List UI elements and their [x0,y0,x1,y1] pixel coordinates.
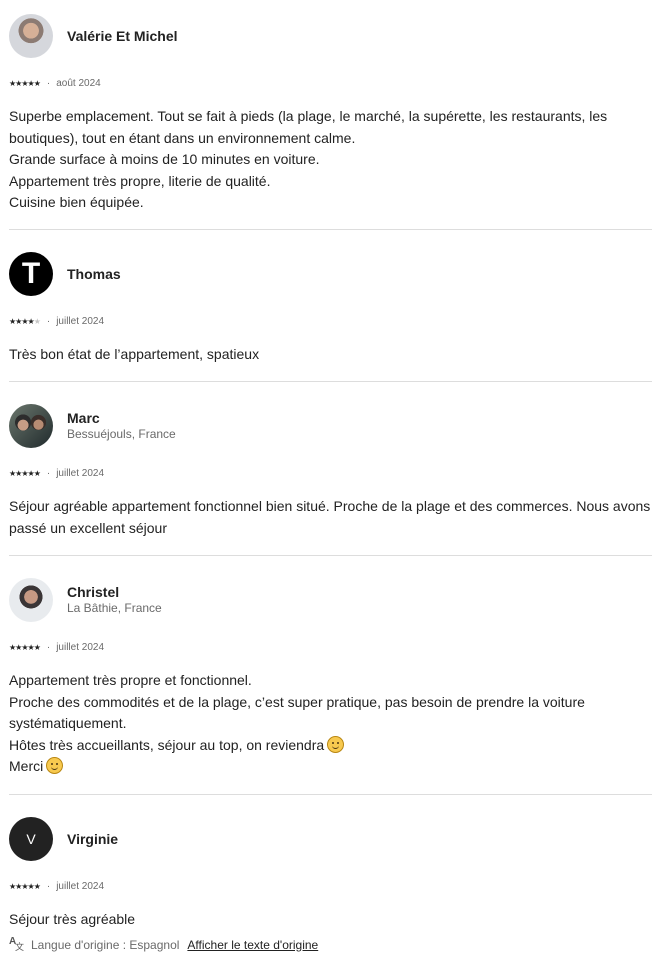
review-card: Marc Bessuéjouls, France ★ ★ ★ ★ ★ · juillet… [9,404,652,539]
separator-dot: · [46,315,51,327]
review-text: Appartement très propre et fonctionnel. … [9,670,652,778]
translate-icon [9,936,24,953]
avatar[interactable] [9,14,53,58]
review-divider [9,381,652,382]
review-line: Séjour très agréable [9,911,136,927]
rating-stars: ★ ★ ★ ★ ★ [9,468,41,478]
review-text: Très bon état de l’appartement, spatieux [9,344,652,366]
reviewer-name[interactable]: Valérie Et Michel [67,28,178,44]
translation-notice: Langue d'origine : Espagnol Afficher le … [9,936,652,953]
rating-stars: ★ ★ ★ ★ ★ [9,642,41,652]
reviewer-name[interactable]: Christel [67,584,162,600]
star-icon: ★ [33,642,41,652]
review-card: Valérie Et Michel ★ ★ ★ ★ ★ · août 2024 Supe… [9,14,652,214]
separator-dot: · [46,77,51,89]
rating-stars: ★ ★ ★ ★ ★ [9,881,41,891]
reviewer-name[interactable]: Marc [67,410,176,426]
reviewer-info: Marc Bessuéjouls, France [67,410,176,442]
review-text: Séjour très agréable [9,909,652,931]
separator-dot: · [46,880,51,892]
reviewer-location: La Bâthie, France [67,601,162,616]
review-meta: ★ ★ ★ ★ ★ · août 2024 [9,74,652,92]
star-icon: ★ [33,78,41,88]
star-icon: ★ [33,881,41,891]
review-line: Merci [9,756,652,778]
review-line: Superbe emplacement. Tout se fait à pied… [9,108,608,146]
reviewer-name[interactable]: Thomas [67,266,121,282]
review-line-text: Hôtes très accueillants, séjour au top, … [9,736,325,753]
separator-dot: · [46,467,51,479]
review-line: Appartement très propre, literie de qual… [9,172,271,189]
reviewer-location: Bessuéjouls, France [67,427,176,442]
review-line: Très bon état de l’appartement, spatieux [9,346,260,362]
review-line-text: Merci [9,758,44,774]
review-divider [9,794,652,795]
review-line: Grande surface à moins de 10 minutes en … [9,151,320,167]
review-header: V Virginie [9,817,652,861]
review-date: juillet 2024 [56,467,105,479]
smiling-face-icon [46,757,64,774]
separator-dot: · [46,641,51,653]
avatar[interactable]: T [9,252,53,296]
review-line: Hôtes très accueillants, séjour au top, … [9,735,652,757]
reviewer-info: Thomas [67,266,121,282]
review-card: T Thomas ★ ★ ★ ★ ★ · juillet 2024 Très bon é… [9,252,652,366]
review-meta: ★ ★ ★ ★ ★ · juillet 2024 [9,464,652,482]
rating-stars: ★ ★ ★ ★ ★ [9,78,41,88]
review-text: Séjour agréable appartement fonctionnel … [9,496,652,539]
avatar[interactable]: V [9,817,53,861]
rating-stars: ★ ★ ★ ★ ★ [9,316,41,326]
review-date: juillet 2024 [56,880,105,892]
review-card: V Virginie ★ ★ ★ ★ ★ · juillet 2024 Séjour t… [9,817,652,953]
review-text: Superbe emplacement. Tout se fait à pied… [9,106,652,214]
empty-star-icon: ★ [33,316,41,326]
review-line: Cuisine bien équipée. [9,194,144,210]
avatar[interactable] [9,404,53,448]
review-line: Proche des commodités et de la plage, c’… [9,693,585,732]
review-date: juillet 2024 [56,641,105,653]
review-card: Christel La Bâthie, France ★ ★ ★ ★ ★ · juill… [9,578,652,778]
review-line: Appartement très propre et fonctionnel. [9,672,252,688]
review-divider [9,555,652,556]
reviewer-name[interactable]: Virginie [67,831,118,847]
review-line: Séjour agréable appartement fonctionnel … [9,498,651,536]
review-header: T Thomas [9,252,652,296]
reviewer-info: Valérie Et Michel [67,28,178,44]
star-icon: ★ [33,468,41,478]
review-divider [9,229,652,230]
review-date: août 2024 [56,77,101,89]
review-date: juillet 2024 [56,315,105,327]
original-language-label: Langue d'origine : Espagnol [31,937,180,952]
reviewer-info: Christel La Bâthie, France [67,584,162,616]
review-meta: ★ ★ ★ ★ ★ · juillet 2024 [9,877,652,895]
review-header: Marc Bessuéjouls, France [9,404,652,448]
reviewer-info: Virginie [67,831,118,847]
review-header: Valérie Et Michel [9,14,652,58]
reviews-list: Valérie Et Michel ★ ★ ★ ★ ★ · août 2024 Supe… [0,0,663,958]
smiling-face-icon [327,735,345,753]
review-meta: ★ ★ ★ ★ ★ · juillet 2024 [9,312,652,330]
review-header: Christel La Bâthie, France [9,578,652,622]
avatar[interactable] [9,578,53,622]
show-original-text-link[interactable]: Afficher le texte d'origine [187,938,318,952]
review-meta: ★ ★ ★ ★ ★ · juillet 2024 [9,638,652,656]
